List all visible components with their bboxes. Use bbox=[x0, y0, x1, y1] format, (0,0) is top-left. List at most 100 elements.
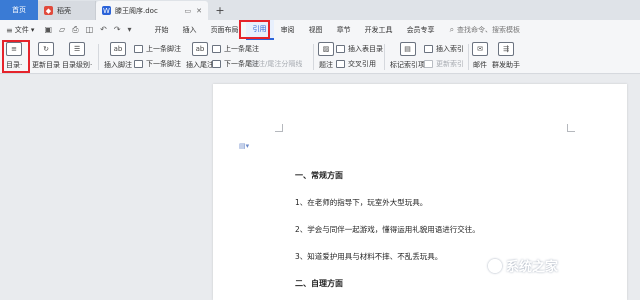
next-endnote-icon bbox=[212, 60, 221, 68]
endnote-icon: ab bbox=[192, 42, 208, 56]
mass-mailing-assistant-button[interactable]: ⇶ 群发助手 bbox=[492, 42, 520, 70]
insert-footnote-label: 插入脚注 bbox=[104, 61, 132, 69]
mail-icon: ✉ bbox=[472, 42, 488, 56]
update-index-label: 更新索引 bbox=[436, 60, 464, 68]
page-corner-mark bbox=[275, 124, 283, 132]
document-paragraph: 2、学会与同伴一起游戏，懂得运用礼貌用语进行交往。 bbox=[295, 225, 480, 234]
tab-insert[interactable]: 插入 bbox=[176, 20, 204, 40]
tab-docer-label: 稻壳 bbox=[57, 6, 71, 15]
update-toc-icon: ↻ bbox=[38, 42, 54, 56]
close-icon[interactable]: ✕ bbox=[196, 7, 202, 15]
redo-icon[interactable]: ↷ bbox=[114, 25, 121, 35]
document-heading: 一、常规方面 bbox=[295, 171, 343, 180]
search-placeholder: 查找命令、搜索模板 bbox=[457, 26, 521, 34]
page-corner-mark bbox=[567, 124, 575, 132]
tab-review[interactable]: 审阅 bbox=[274, 20, 302, 40]
tab-start[interactable]: 开始 bbox=[148, 20, 176, 40]
document-paragraph: 1、在老师的指导下，玩室外大型玩具。 bbox=[295, 198, 428, 207]
footnote-separator-button[interactable]: 脚注/尾注分隔线 bbox=[251, 59, 302, 69]
divider bbox=[313, 44, 314, 70]
update-toc-button[interactable]: ↻ 更新目录 bbox=[32, 42, 60, 70]
tab-document-label: 滕王阁序.doc bbox=[115, 6, 158, 15]
caption-label: 题注 bbox=[319, 61, 333, 69]
mark-index-entry-button[interactable]: ▤ 标记索引项 bbox=[390, 42, 425, 70]
next-footnote-button[interactable]: 下一条脚注 bbox=[134, 59, 181, 69]
paragraph-options-icon[interactable]: ▤▾ bbox=[239, 142, 249, 150]
tab-developer-tools[interactable]: 开发工具 bbox=[358, 20, 400, 40]
ribbon-tabs: 开始 插入 页面布局 引用 审阅 视图 章节 开发工具 会员专享 bbox=[148, 20, 442, 40]
save-icon[interactable]: ▣ bbox=[44, 25, 52, 35]
menu-bar: ≡ 文件 ▾ ▣ ▱ ⎙ ◫ ↶ ↷ ▾ 开始 插入 页面布局 引用 审阅 视图… bbox=[0, 20, 640, 40]
prev-endnote-icon bbox=[212, 45, 221, 53]
caption-button[interactable]: ▨ 题注 bbox=[318, 42, 334, 70]
divider bbox=[98, 44, 99, 70]
new-tab-button[interactable]: + bbox=[212, 1, 228, 20]
title-bar: 首页 ◆ 稻壳 W 滕王阁序.doc ▭ ✕ + bbox=[0, 0, 640, 20]
document-paragraph: 3、知道爱护用具与材料不摔、不乱丢玩具。 bbox=[295, 252, 443, 261]
highlight-box-references-tab bbox=[239, 20, 270, 39]
mass-mailing-assistant-label: 群发助手 bbox=[492, 61, 520, 69]
prev-footnote-button[interactable]: 上一条脚注 bbox=[134, 44, 181, 54]
insert-footnote-button[interactable]: ab 插入脚注 bbox=[104, 42, 132, 70]
update-index-button[interactable]: 更新索引 bbox=[424, 59, 464, 69]
tab-home[interactable]: 首页 bbox=[0, 0, 38, 20]
highlight-box-toc-button bbox=[2, 40, 30, 73]
print-preview-icon[interactable]: ◫ bbox=[86, 25, 94, 35]
watermark-text: 系统之家 bbox=[506, 260, 559, 275]
docer-icon: ◆ bbox=[44, 6, 53, 15]
chevron-down-icon[interactable]: ▾ bbox=[128, 25, 132, 35]
cross-reference-button[interactable]: 交叉引用 bbox=[336, 59, 376, 69]
tab-document[interactable]: W 滕王阁序.doc ▭ ✕ bbox=[96, 1, 208, 20]
insert-table-of-figures-button[interactable]: 插入表目录 bbox=[336, 44, 383, 54]
open-folder-icon[interactable]: ▱ bbox=[59, 25, 65, 35]
insert-endnote-button[interactable]: ab 插入尾注 bbox=[186, 42, 214, 70]
insert-index-icon bbox=[424, 45, 433, 53]
undo-icon[interactable]: ↶ bbox=[100, 25, 107, 35]
document-page[interactable]: ▤▾ 一、常规方面 1、在老师的指导下，玩室外大型玩具。 2、学会与同伴一起游戏… bbox=[213, 84, 627, 300]
next-footnote-icon bbox=[134, 60, 143, 68]
ribbon-toolbar: ≡ 目录· ↻ 更新目录 ☰ 目录级别· ab 插入脚注 上一条脚注 下一条脚注… bbox=[0, 40, 640, 74]
print-icon[interactable]: ⎙ bbox=[72, 25, 78, 35]
update-index-icon bbox=[424, 60, 433, 68]
prev-endnote-label: 上一条尾注 bbox=[224, 45, 259, 53]
divider bbox=[468, 44, 469, 70]
tab-view[interactable]: 视图 bbox=[302, 20, 330, 40]
tab-docer[interactable]: ◆ 稻壳 bbox=[38, 1, 96, 20]
word-doc-icon: W bbox=[102, 6, 111, 15]
insert-table-of-figures-label: 插入表目录 bbox=[348, 45, 383, 53]
menu-icon: ≡ bbox=[6, 25, 13, 35]
prev-endnote-button[interactable]: 上一条尾注 bbox=[212, 44, 259, 54]
caption-icon: ▨ bbox=[318, 42, 334, 56]
tab-section[interactable]: 章节 bbox=[330, 20, 358, 40]
toc-level-label: 目录级别· bbox=[62, 61, 93, 69]
command-search[interactable]: ⌕ 查找命令、搜索模板 bbox=[450, 25, 520, 35]
divider bbox=[384, 44, 385, 70]
update-toc-label: 更新目录 bbox=[32, 61, 60, 69]
search-icon: ⌕ bbox=[449, 25, 455, 34]
chevron-down-icon: ▾ bbox=[28, 26, 35, 34]
quick-access-toolbar: ▣ ▱ ⎙ ◫ ↶ ↷ ▾ bbox=[38, 25, 131, 35]
mail-label: 邮件 bbox=[473, 61, 487, 69]
insert-endnote-label: 插入尾注 bbox=[186, 61, 214, 69]
document-heading: 二、自理方面 bbox=[295, 279, 343, 288]
toc-level-icon: ☰ bbox=[69, 42, 86, 56]
file-menu-label: 文件 bbox=[14, 26, 29, 34]
prev-footnote-icon bbox=[134, 45, 143, 53]
footnote-icon: ab bbox=[110, 42, 126, 56]
insert-index-button[interactable]: 插入索引 bbox=[424, 44, 464, 54]
tab-member[interactable]: 会员专享 bbox=[400, 20, 442, 40]
insert-index-label: 插入索引 bbox=[436, 45, 464, 53]
file-menu-button[interactable]: ≡ 文件 ▾ bbox=[0, 25, 38, 35]
prev-footnote-label: 上一条脚注 bbox=[146, 45, 181, 53]
next-footnote-label: 下一条脚注 bbox=[146, 60, 181, 68]
footnote-separator-label: 脚注/尾注分隔线 bbox=[251, 60, 303, 68]
mark-index-entry-label: 标记索引项 bbox=[390, 61, 425, 69]
cross-reference-label: 交叉引用 bbox=[348, 60, 376, 68]
mail-button[interactable]: ✉ 邮件 bbox=[472, 42, 488, 70]
mark-index-icon: ▤ bbox=[399, 42, 416, 56]
cross-reference-icon bbox=[336, 60, 345, 68]
toc-level-button[interactable]: ☰ 目录级别· bbox=[62, 42, 92, 70]
site-watermark: 系统之家 bbox=[488, 256, 558, 275]
monitor-icon[interactable]: ▭ bbox=[185, 7, 192, 15]
watermark-logo-icon bbox=[488, 258, 502, 273]
